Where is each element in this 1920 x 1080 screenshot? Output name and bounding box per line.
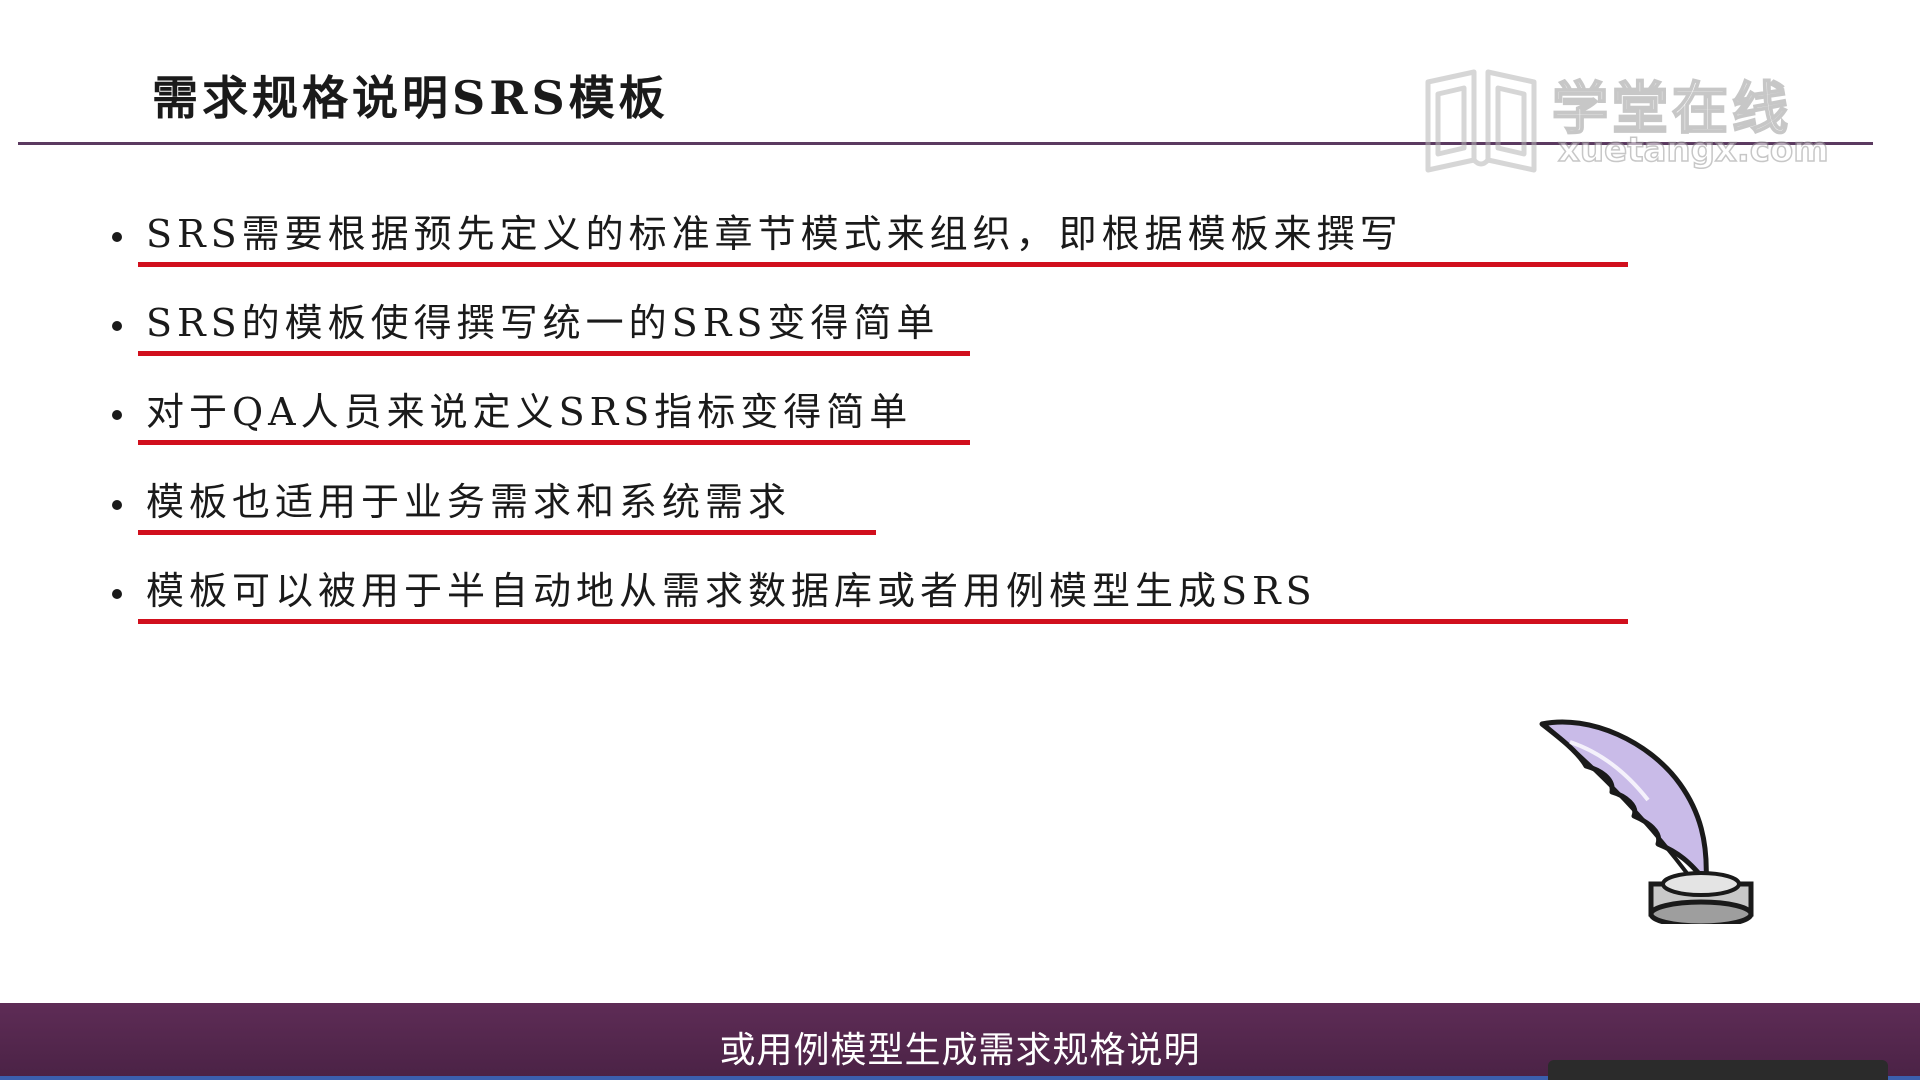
bullet-text: 对于QA人员来说定义SRS指标变得简单: [146, 390, 913, 434]
bullet-underline: [138, 619, 1628, 624]
bullet-text: 模板也适用于业务需求和系统需求: [146, 480, 792, 524]
bullet-list: SRS需要根据预先定义的标准章节模式来组织，即根据模板来撰写 SRS的模板使得撰…: [0, 0, 1920, 700]
player-control-strip[interactable]: [1548, 1060, 1888, 1080]
bullet-dot-icon: [112, 321, 122, 331]
bullet-dot-icon: [112, 232, 122, 242]
bullet-text: SRS需要根据预先定义的标准章节模式来组织，即根据模板来撰写: [146, 212, 1403, 256]
bullet-dot-icon: [112, 500, 122, 510]
bullet-text: SRS的模板使得撰写统一的SRS变得简单: [146, 301, 940, 345]
quill-inkwell-icon: [1539, 719, 1754, 924]
bullet-underline: [138, 262, 1628, 267]
bullet-underline: [138, 440, 970, 445]
bullet-dot-icon: [112, 589, 122, 599]
bullet-text: 模板可以被用于半自动地从需求数据库或者用例模型生成SRS: [146, 569, 1317, 613]
bullet-underline: [138, 351, 970, 356]
video-frame: 需求规格说明SRS模板 学堂在线 xuetangx.com SRS需要根据预先定…: [0, 0, 1920, 1080]
bullet-dot-icon: [112, 410, 122, 420]
bullet-underline: [138, 530, 876, 535]
